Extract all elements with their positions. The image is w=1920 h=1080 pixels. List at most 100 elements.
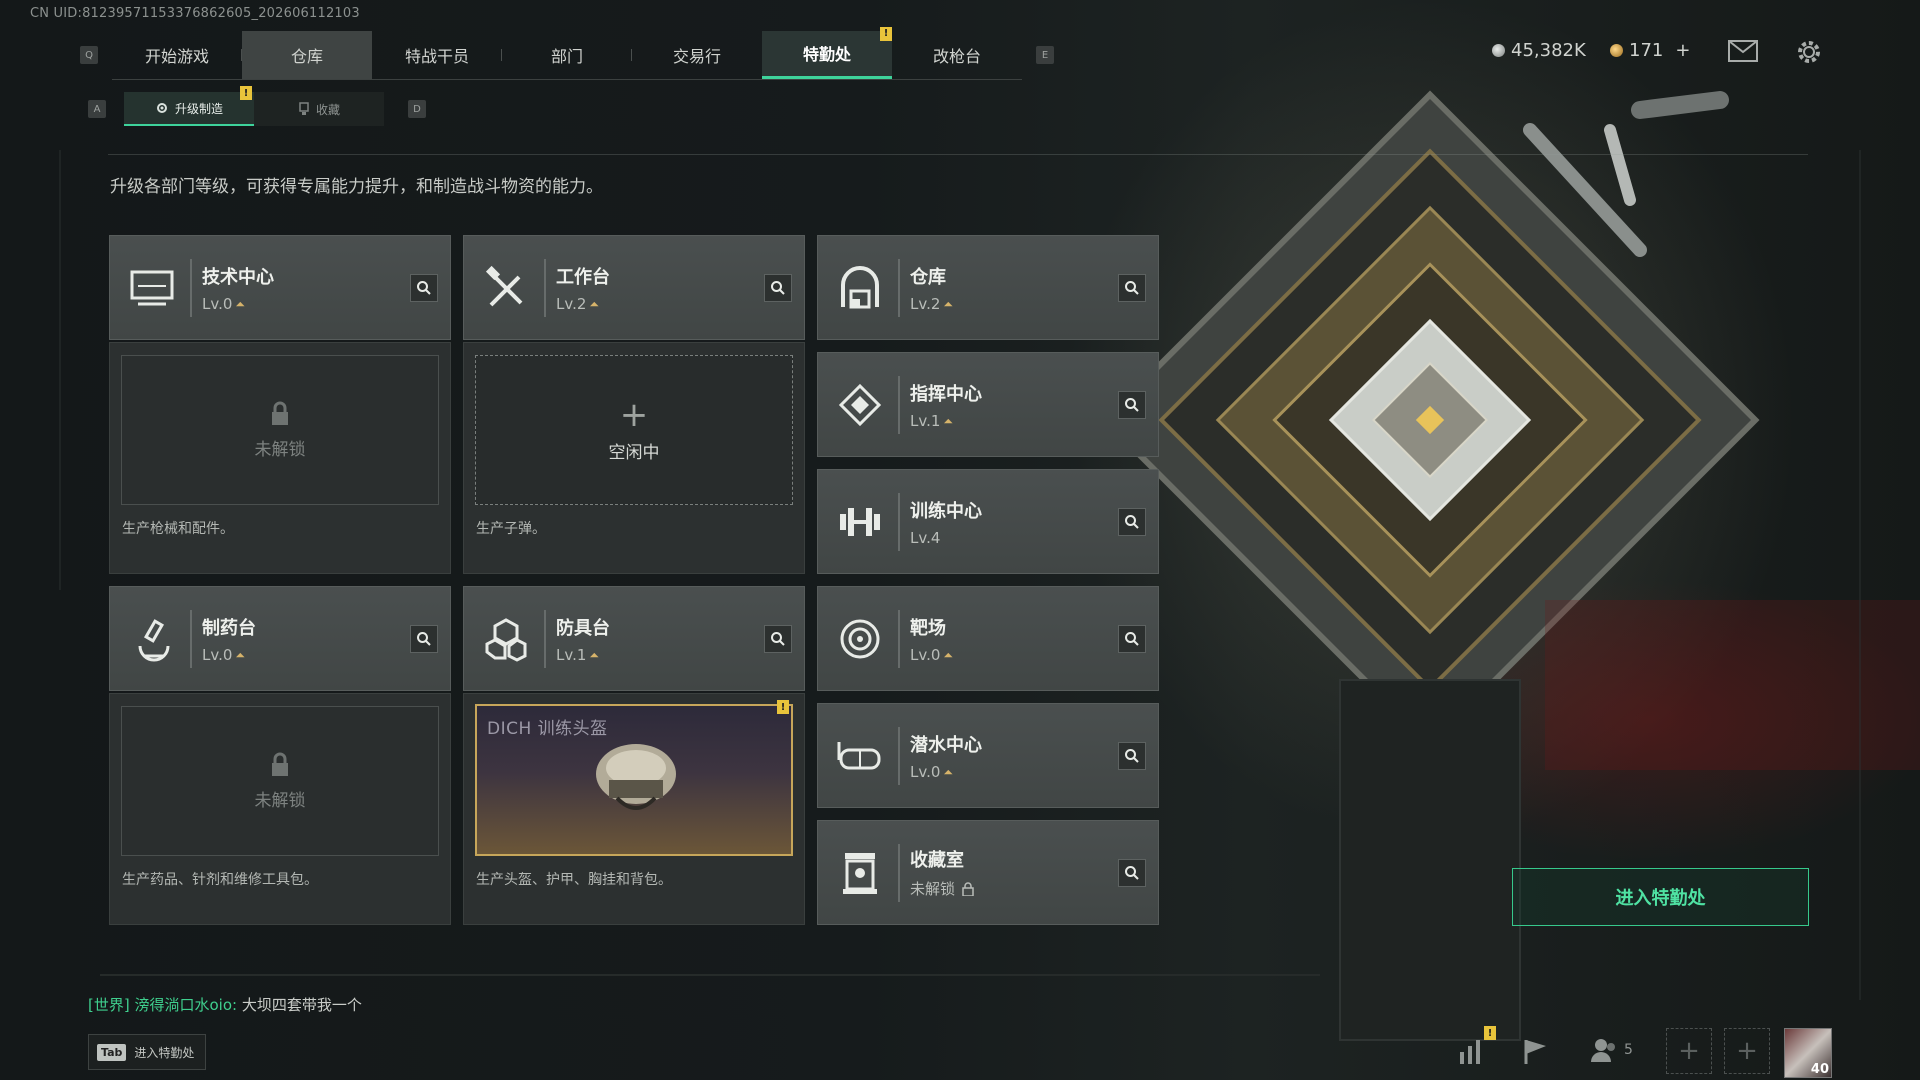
- search-icon[interactable]: [410, 624, 438, 653]
- gold-currency: 171 +: [1610, 40, 1690, 61]
- dept-level: Lv.4: [910, 528, 941, 547]
- tab-warehouse[interactable]: 仓库: [242, 30, 372, 79]
- flag-icon[interactable]: [1520, 1036, 1550, 1070]
- dept-name: 收藏室: [910, 850, 964, 871]
- card-divider: [898, 609, 900, 668]
- warehouse-icon: [828, 256, 892, 320]
- tab-key-hint[interactable]: Tab 进入特勤处: [88, 1034, 206, 1070]
- dept-card-collection-room[interactable]: 收藏室 未解锁: [817, 820, 1159, 925]
- subtab-collection[interactable]: 收藏: [254, 92, 384, 126]
- dept-level: Lv.1: [910, 411, 941, 430]
- silver-coin-icon: [1492, 44, 1505, 57]
- dept-name: 技术中心: [202, 266, 274, 288]
- tab-key: Tab: [97, 1043, 127, 1061]
- upgrade-arrow-icon: ⏶: [235, 647, 245, 662]
- armor-pieces-icon: [474, 607, 538, 671]
- production-slot-idle[interactable]: + 空闲中: [475, 355, 793, 505]
- friends-icon: [1591, 1039, 1615, 1062]
- card-divider: [898, 258, 900, 317]
- tab-start-game[interactable]: 开始游戏: [112, 31, 242, 79]
- plus-icon: +: [619, 394, 649, 435]
- gold-amount: 171: [1629, 40, 1664, 61]
- production-description: 生产药品、针剂和维修工具包。: [122, 872, 318, 888]
- enter-special-ops-button[interactable]: 进入特勤处: [1512, 868, 1809, 926]
- subtab-label: 收藏: [315, 102, 340, 117]
- dept-name: 防具台: [556, 617, 610, 639]
- card-divider: [898, 375, 900, 434]
- sub-navigation: A 升级制造 ! 收藏 D: [88, 86, 426, 126]
- upgrade-arrow-icon: ⏶: [589, 296, 599, 311]
- upgrade-arrow-icon: ⏶: [943, 647, 953, 662]
- dept-card-tech-center[interactable]: 技术中心 Lv.0 ⏶: [109, 235, 451, 340]
- tab-department[interactable]: 部门: [502, 31, 632, 79]
- upgrade-arrow-icon: ⏶: [943, 413, 953, 428]
- dept-card-armor[interactable]: 防具台 Lv.1 ⏶: [463, 586, 805, 691]
- dept-card-warehouse[interactable]: 仓库 Lv.2 ⏶: [817, 235, 1159, 340]
- dept-card-workbench[interactable]: 工作台 Lv.2 ⏶: [463, 235, 805, 340]
- chat-text: 大坝四套带我一个: [241, 996, 362, 1014]
- display-case-icon: [828, 841, 892, 905]
- dept-level: Lv.0: [202, 645, 233, 664]
- tab-gunsmith[interactable]: 改枪台: [892, 31, 1022, 79]
- player-avatar[interactable]: 40: [1784, 1028, 1832, 1078]
- search-icon[interactable]: [764, 624, 792, 653]
- dept-card-diving-center[interactable]: 潜水中心 Lv.0 ⏶: [817, 703, 1159, 808]
- slot-status: 未解锁: [254, 439, 306, 460]
- stats-icon[interactable]: !: [1456, 1026, 1496, 1070]
- dept-level: Lv.2: [556, 294, 587, 313]
- tab-operators[interactable]: 特战干员: [372, 31, 502, 79]
- player-level: 40: [1810, 1062, 1829, 1077]
- search-icon[interactable]: [764, 273, 792, 302]
- workbench-production-panel: + 空闲中 生产子弹。: [463, 342, 805, 574]
- production-description: 生产头盔、护甲、胸挂和背包。: [476, 872, 672, 888]
- dept-level: Lv.1: [556, 645, 587, 664]
- page-description: 升级各部门等级，可获得专属能力提升，和制造战斗物资的能力。: [110, 177, 603, 197]
- gold-coin-icon: [1610, 44, 1623, 57]
- compass-diamond-icon: [828, 373, 892, 437]
- mail-icon[interactable]: [1728, 40, 1758, 66]
- search-icon[interactable]: [1118, 624, 1146, 653]
- card-divider: [898, 492, 900, 551]
- settings-gear-icon[interactable]: [1795, 38, 1823, 70]
- add-gold-button[interactable]: +: [1675, 40, 1690, 61]
- friends-button[interactable]: 5: [1590, 1036, 1633, 1064]
- search-icon[interactable]: [1118, 741, 1146, 770]
- slot-status: 空闲中: [608, 442, 660, 463]
- dept-card-pharmacy[interactable]: 制药台 Lv.0 ⏶: [109, 586, 451, 691]
- search-icon[interactable]: [410, 273, 438, 302]
- add-teammate-slot-1[interactable]: +: [1666, 1028, 1712, 1074]
- dept-card-command-center[interactable]: 指挥中心 Lv.1 ⏶: [817, 352, 1159, 457]
- main-tabs: 开始游戏 仓库 特战干员 部门 交易行 特勤处 ! 改枪台: [112, 26, 1022, 80]
- tab-label: 开始游戏: [144, 46, 209, 66]
- lock-icon: [962, 881, 974, 896]
- dept-card-training-center[interactable]: 训练中心 Lv.4: [817, 469, 1159, 574]
- add-teammate-slot-2[interactable]: +: [1724, 1028, 1770, 1074]
- production-slot-locked: 未解锁: [121, 706, 439, 856]
- tech-center-production-panel: 未解锁 生产枪械和配件。: [109, 342, 451, 574]
- nav-next-key-hint: E: [1036, 46, 1054, 64]
- monitor-icon: [120, 256, 184, 320]
- dept-name: 仓库: [910, 266, 946, 288]
- card-divider: [898, 843, 900, 902]
- lock-icon: [272, 752, 288, 776]
- tab-special-ops[interactable]: 特勤处 !: [762, 26, 892, 79]
- upgrade-arrow-icon: ⏶: [943, 296, 953, 311]
- production-description: 生产枪械和配件。: [122, 521, 234, 537]
- trophy-icon: [299, 102, 309, 115]
- dept-card-shooting-range[interactable]: 靶场 Lv.0 ⏶: [817, 586, 1159, 691]
- search-icon[interactable]: [1118, 507, 1146, 536]
- search-icon[interactable]: [1118, 273, 1146, 302]
- production-slot-helmet[interactable]: DICH 训练头盔 !: [475, 700, 793, 856]
- subtab-upgrade-craft[interactable]: 升级制造 !: [124, 86, 254, 126]
- chat-message[interactable]: [世界] 滂得淌口水oio: 大坝四套带我一个: [88, 994, 362, 1015]
- silver-currency: 45,382K: [1492, 40, 1586, 61]
- pharmacy-production-panel: 未解锁 生产药品、针剂和维修工具包。: [109, 693, 451, 925]
- tab-trading[interactable]: 交易行: [632, 31, 762, 79]
- uid-text: CN UID:8123957115337686260​5_20260611210…: [30, 6, 360, 21]
- dept-name: 训练中心: [910, 500, 982, 522]
- dept-level: Lv.0: [202, 294, 233, 313]
- tab-label: 改枪台: [932, 46, 981, 66]
- search-icon[interactable]: [1118, 390, 1146, 419]
- search-icon[interactable]: [1118, 858, 1146, 887]
- card-divider: [898, 726, 900, 785]
